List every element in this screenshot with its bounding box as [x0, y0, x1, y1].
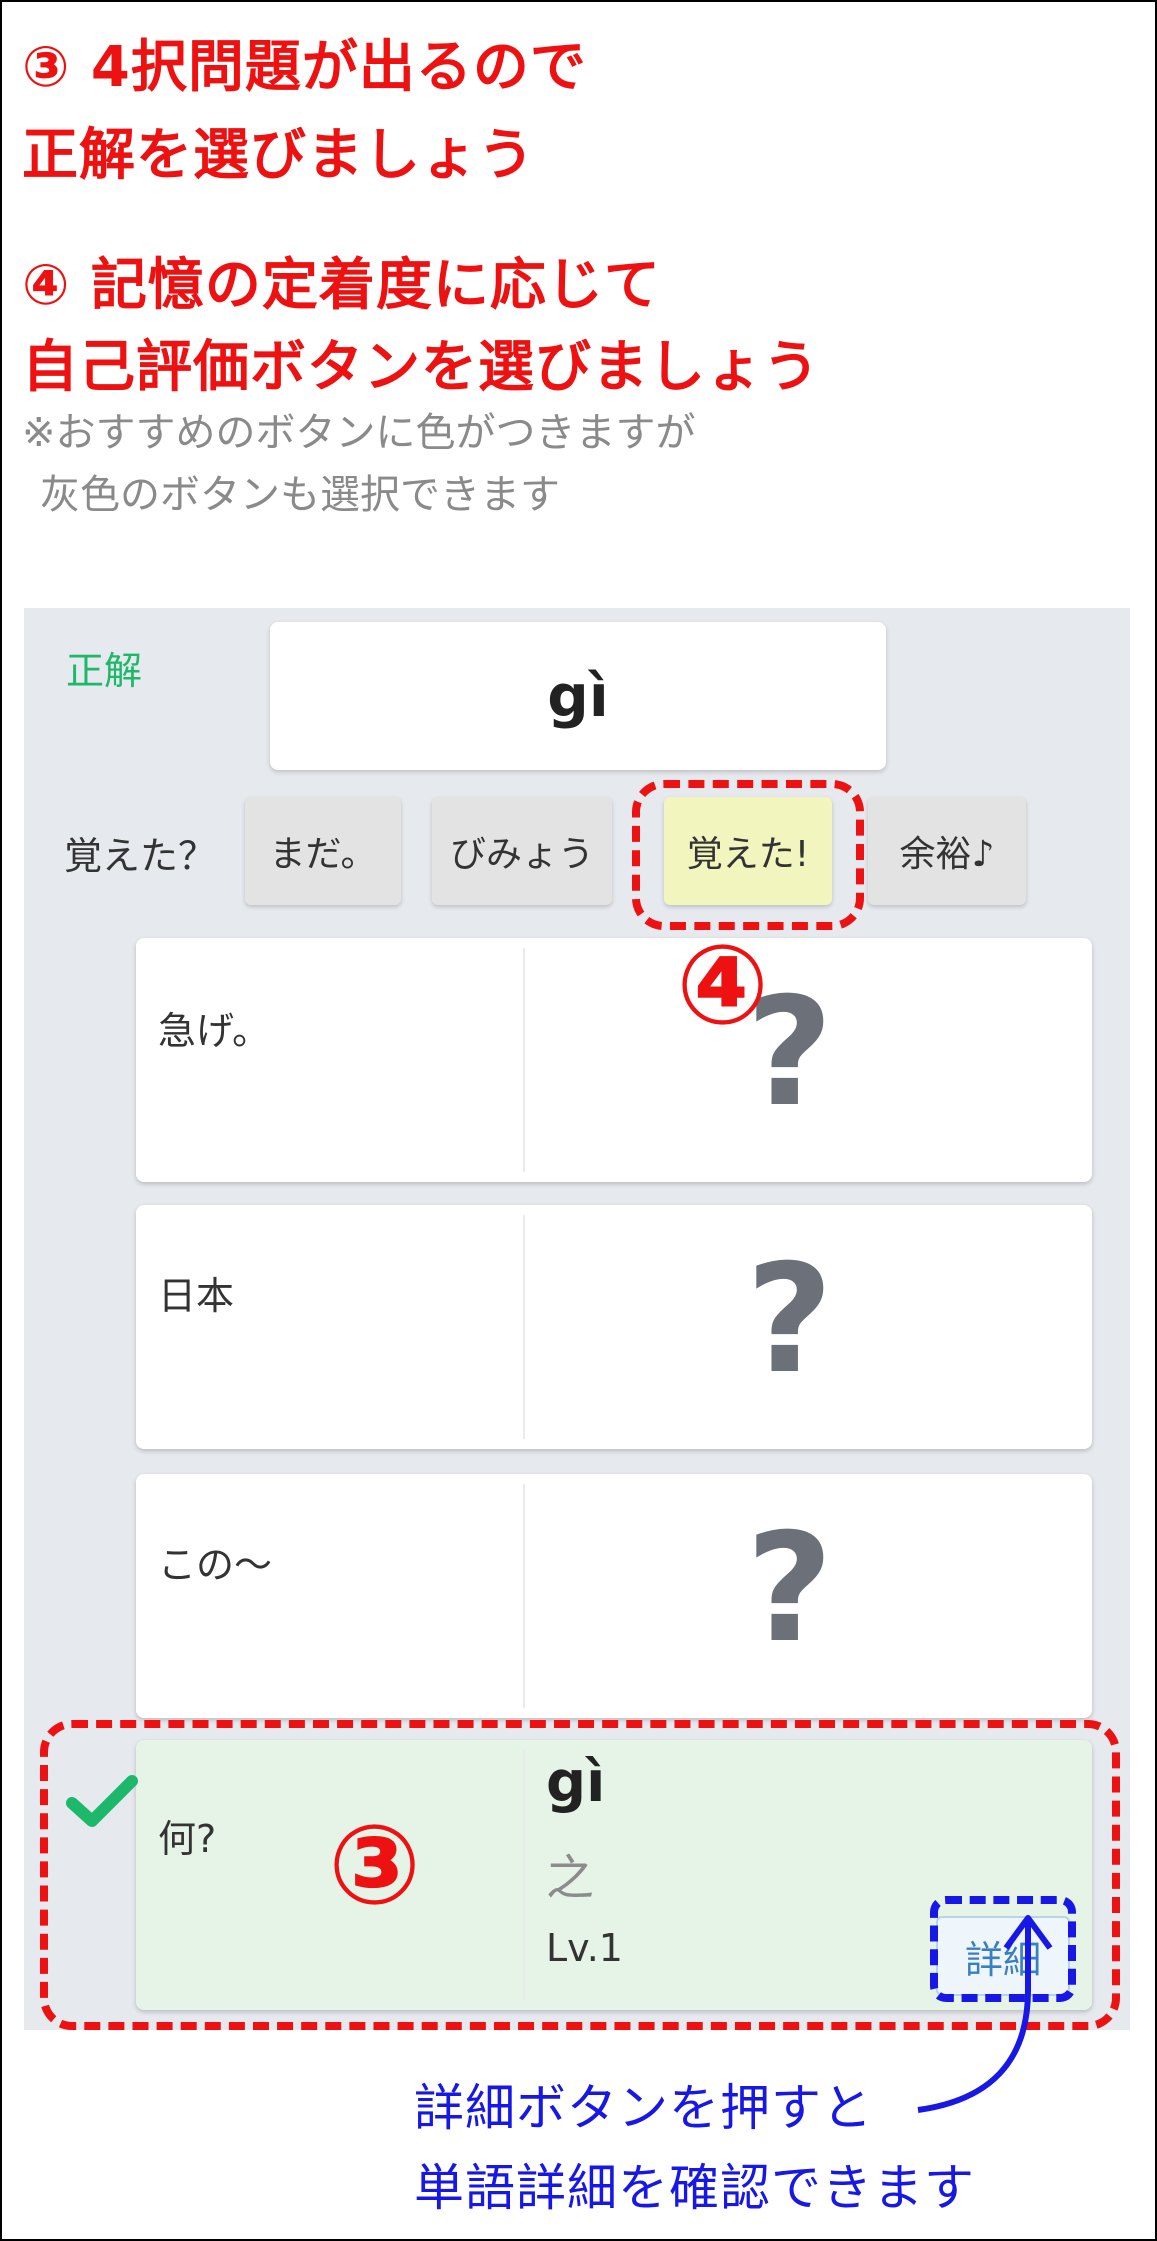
card-divider [523, 1484, 525, 1708]
choice-card-1[interactable]: 急げ。 ? [136, 938, 1092, 1182]
step4-title: ④ 記憶の定着度に応じて [22, 253, 661, 318]
hidden-answer-icon: ? [746, 1502, 834, 1676]
rate-button-not-yet[interactable]: まだ。 [245, 797, 401, 905]
detail-note-line-1: 詳細ボタンを押すと [414, 2079, 873, 2137]
answer-box: gì [270, 622, 886, 770]
card-divider [523, 948, 525, 1172]
detail-note-line-2: 単語詳細を確認できます [414, 2159, 975, 2217]
rate-button-easy[interactable]: 余裕♪ [868, 797, 1026, 905]
rate-button-unsure[interactable]: びみょう [432, 797, 612, 905]
step3-title: ③ 4択問題が出るので [22, 35, 587, 100]
card-divider [523, 1215, 525, 1439]
choice-card-3[interactable]: この〜 ? [136, 1474, 1092, 1718]
marker-3: ③ [328, 1801, 422, 1929]
marker-4: ④ [676, 921, 770, 1049]
step3-subtitle: 正解を選びましょう [22, 123, 535, 188]
arrow-icon [917, 1915, 1053, 2113]
correct-label: 正解 [66, 649, 143, 693]
note-line-2: 灰色のボタンも選択できます [40, 472, 560, 518]
rating-question: 覚えた？ [64, 834, 217, 878]
hidden-answer-icon: ? [746, 1233, 834, 1407]
highlight-frame-rating [632, 780, 864, 930]
choice-word: 日本 [158, 1274, 235, 1318]
choice-word: この〜 [158, 1543, 273, 1587]
choice-card-2[interactable]: 日本 ? [136, 1205, 1092, 1449]
choice-word: 急げ。 [158, 1009, 271, 1053]
step4-subtitle: 自己評価ボタンを選びましょう [22, 335, 820, 400]
note-line-1: ※おすすめのボタンに色がつきますが [22, 410, 696, 456]
